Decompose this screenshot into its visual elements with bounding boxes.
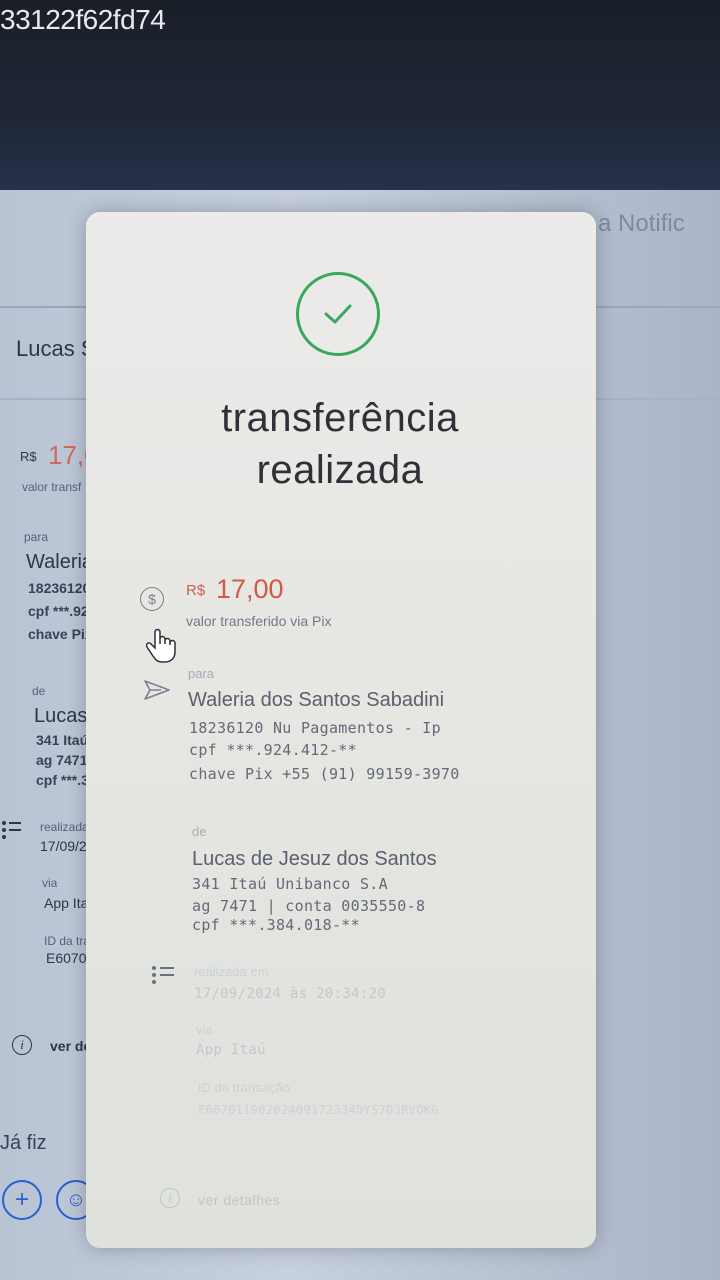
background-to-label: para xyxy=(24,530,49,544)
background-contact-name[interactable]: Lucas S xyxy=(16,336,96,362)
to-cpf: cpf ***.924.412-** xyxy=(189,741,357,759)
from-account: ag 7471 | conta 0035550-8 xyxy=(192,897,426,915)
id-label: ID da transação xyxy=(198,1080,290,1095)
date-label: realizada em xyxy=(194,964,269,979)
hand-cursor-icon xyxy=(146,628,176,663)
receipt-title-line1: transferência xyxy=(221,396,459,440)
to-label: para xyxy=(188,666,215,681)
check-icon xyxy=(324,304,352,324)
via-label: via xyxy=(196,1022,213,1037)
plus-icon[interactable]: + xyxy=(2,1180,42,1220)
to-name: Waleria dos Santos Sabadini xyxy=(188,689,445,711)
via-value: App Itaú xyxy=(196,1042,266,1058)
info-icon[interactable]: i xyxy=(12,1035,32,1055)
details-link[interactable]: ver detalhes xyxy=(198,1192,280,1208)
success-badge xyxy=(296,272,380,356)
window-hash-text: 33122f62fd74 xyxy=(0,4,166,35)
receipt-title: transferência realizada xyxy=(180,392,500,496)
amount-caption: valor transferido via Pix xyxy=(186,613,332,629)
background-notification-text: a Notific xyxy=(598,210,685,237)
list-icon xyxy=(2,821,21,839)
amount-currency: R$ xyxy=(186,582,206,599)
send-icon xyxy=(144,680,170,700)
to-pix-key: chave Pix +55 (91) 99159-3970 xyxy=(189,765,460,783)
list-icon xyxy=(152,966,174,984)
amount-value: 17,00 xyxy=(216,574,284,604)
background-amount-currency: R$ xyxy=(20,449,37,464)
from-cpf: cpf ***.384.018-** xyxy=(192,916,360,934)
receipt-title-line2: realizada xyxy=(256,448,424,492)
background-from-label: de xyxy=(32,684,46,698)
id-value: E60701190202409172334DYS7D3RVQKG xyxy=(198,1103,439,1117)
from-label: de xyxy=(192,824,207,839)
from-name: Lucas de Jesuz dos Santos xyxy=(192,848,437,870)
date-value: 17/09/2024 às 20:34:20 xyxy=(194,986,387,1002)
info-icon[interactable]: i xyxy=(160,1188,180,1208)
background-via-label: via xyxy=(42,876,58,890)
from-bank: 341 Itaú Unibanco S.A xyxy=(192,875,388,893)
window-topbar: 33122f62fd74 xyxy=(0,0,720,190)
dollar-icon: $ xyxy=(140,587,164,611)
to-bank: 18236120 Nu Pagamentos - Ip xyxy=(189,719,441,737)
background-chat-text: Já fiz xyxy=(0,1132,47,1154)
